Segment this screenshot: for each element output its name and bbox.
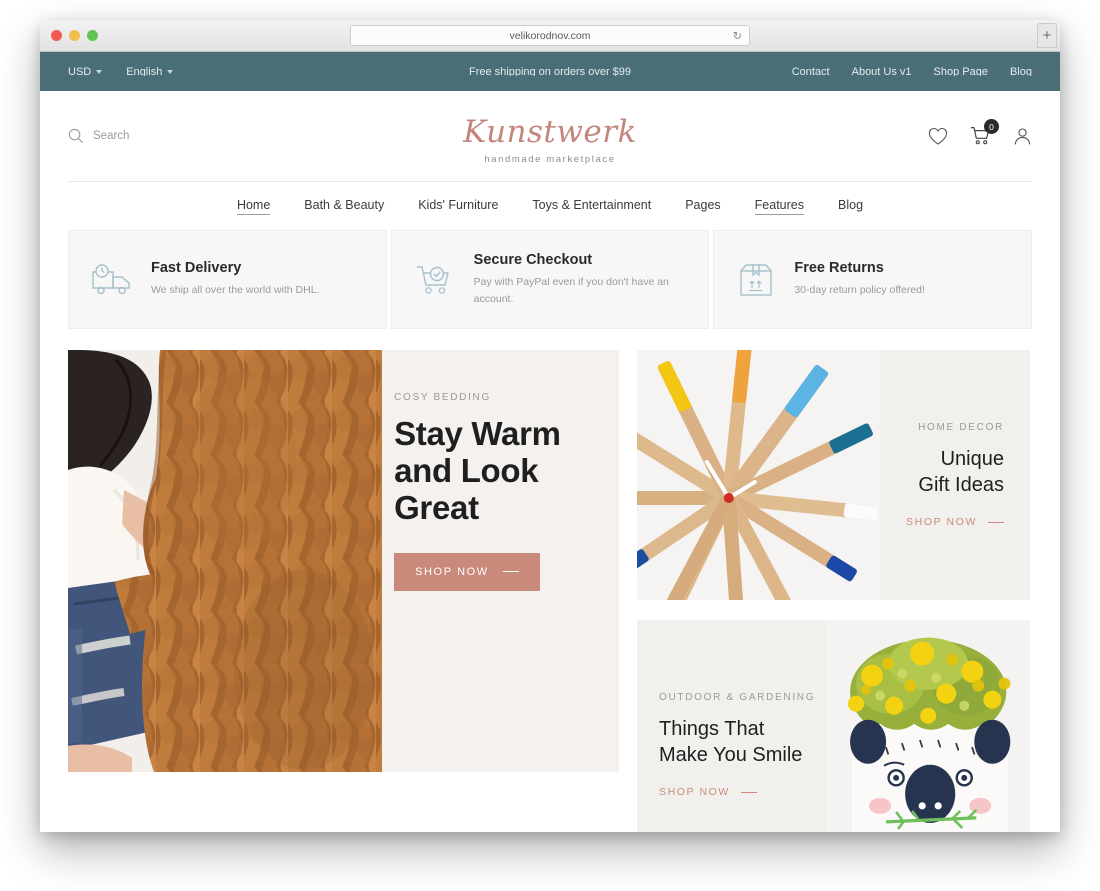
arrow-dash-icon [502, 571, 519, 573]
account-icon[interactable] [1013, 127, 1032, 146]
nav-item-home[interactable]: Home [236, 198, 271, 215]
hero-shop-now-label: SHOP NOW [415, 565, 489, 578]
arrow-dash-icon [740, 791, 757, 793]
address-bar[interactable]: velikorodnov.com ↻ [350, 25, 750, 46]
wishlist-heart-icon[interactable] [928, 127, 948, 146]
hero-heading: Stay Warm and Look Great [394, 415, 599, 527]
feature-description: Pay with PayPal even if you don't have a… [473, 276, 669, 305]
window-controls[interactable] [51, 30, 98, 41]
feature-card-fast-delivery: Fast Delivery We ship all over the world… [68, 230, 387, 329]
chevron-down-icon [167, 69, 174, 74]
feature-strip: Fast Delivery We ship all over the world… [68, 230, 1033, 329]
hero-heading-line-2: and Look [394, 451, 539, 489]
secondary-banner-column: HOME DECOR Unique Gift Ideas SHOP NOW OU… [637, 350, 1030, 832]
utility-topbar: USD English Free shipping on orders over… [40, 52, 1060, 91]
gift-shop-now-link[interactable]: SHOP NOW [906, 516, 1004, 528]
gardening-shop-now-label: SHOP NOW [659, 786, 730, 798]
url-text: velikorodnov.com [509, 29, 591, 42]
main-navigation: Home Bath & Beauty Kids' Furniture Toys … [40, 182, 1060, 230]
koala-planter-image [825, 620, 1030, 832]
hero-heading-line-1: Stay Warm [394, 415, 561, 452]
promo-banner-grid: COSY BEDDING Stay Warm and Look Great SH… [68, 350, 1032, 832]
search-icon [68, 128, 83, 144]
return-box-icon [736, 262, 776, 298]
feature-title: Free Returns [794, 260, 884, 277]
delivery-truck-icon [91, 263, 133, 297]
gardening-eyebrow: OUTDOOR & GARDENING [659, 692, 816, 703]
gardening-text-block: OUTDOOR & GARDENING Things That Make You… [637, 620, 826, 832]
gift-heading-line-1: Unique [940, 448, 1004, 470]
store-header: Search Kunstwerk handmade marketplace 0 [40, 91, 1060, 181]
browser-chrome: velikorodnov.com ↻ + [40, 20, 1060, 52]
feature-card-free-returns: Free Returns 30-day return policy offere… [713, 230, 1033, 329]
gift-ideas-banner[interactable]: HOME DECOR Unique Gift Ideas SHOP NOW [637, 350, 1030, 600]
gardening-shop-now-link[interactable]: SHOP NOW [659, 786, 816, 798]
feature-title: Fast Delivery [151, 260, 242, 277]
hero-column: COSY BEDDING Stay Warm and Look Great SH… [68, 350, 619, 832]
feature-card-secure-checkout: Secure Checkout Pay with PayPal even if … [390, 230, 710, 329]
feature-description: 30-day return policy offered! [794, 284, 925, 297]
hero-eyebrow: COSY BEDDING [394, 392, 491, 403]
secure-cart-icon [414, 263, 456, 297]
gift-shop-now-label: SHOP NOW [906, 516, 977, 528]
close-window-button[interactable] [51, 30, 62, 41]
cart-button[interactable]: 0 [970, 119, 999, 146]
gardening-heading: Things That Make You Smile [659, 716, 816, 768]
hero-image [68, 350, 383, 772]
nav-item-features[interactable]: Features [754, 198, 805, 215]
feature-card-text: Secure Checkout Pay with PayPal even if … [474, 252, 684, 307]
nav-item-toys-entertainment[interactable]: Toys & Entertainment [532, 198, 651, 214]
logo-tagline: handmade marketplace [484, 154, 616, 165]
gardening-heading-line-2: Make You Smile [659, 744, 803, 766]
nav-item-blog[interactable]: Blog [838, 198, 863, 214]
hero-text-block: COSY BEDDING Stay Warm and Look Great SH… [382, 350, 619, 772]
page-content: USD English Free shipping on orders over… [40, 52, 1060, 832]
minimize-window-button[interactable] [69, 30, 80, 41]
arrow-dash-icon [988, 521, 1004, 523]
clock-image [637, 350, 881, 600]
feature-card-text: Free Returns 30-day return policy offere… [794, 260, 925, 298]
logo-text: Kunstwerk [463, 114, 637, 150]
hero-banner[interactable]: COSY BEDDING Stay Warm and Look Great SH… [68, 350, 619, 772]
search-placeholder: Search [93, 130, 130, 142]
nav-item-bath-beauty[interactable]: Bath & Beauty [304, 198, 384, 214]
feature-title: Secure Checkout [473, 252, 593, 269]
gift-text-block: HOME DECOR Unique Gift Ideas SHOP NOW [881, 350, 1030, 600]
feature-card-text: Fast Delivery We ship all over the world… [151, 260, 319, 298]
nav-item-kids-furniture[interactable]: Kids' Furniture [418, 198, 498, 214]
hero-heading-line-3: Great [394, 488, 479, 526]
feature-description: We ship all over the world with DHL. [151, 284, 320, 297]
reload-icon[interactable]: ↻ [733, 29, 742, 42]
torn-edge-decoration [40, 76, 1060, 88]
gardening-banner[interactable]: OUTDOOR & GARDENING Things That Make You… [637, 620, 1030, 832]
nav-item-pages[interactable]: Pages [685, 198, 720, 214]
cart-count-badge: 0 [984, 119, 999, 134]
browser-window: velikorodnov.com ↻ + USD English Free sh… [40, 20, 1060, 832]
header-icon-group: 0 [928, 119, 1032, 146]
hero-shop-now-button[interactable]: SHOP NOW [394, 552, 540, 591]
maximize-window-button[interactable] [87, 30, 98, 41]
gift-heading-line-2: Gift Ideas [918, 474, 1004, 496]
chevron-down-icon [96, 69, 103, 74]
new-tab-button[interactable]: + [1037, 23, 1057, 48]
site-logo[interactable]: Kunstwerk handmade marketplace [463, 114, 637, 166]
gift-heading: Unique Gift Ideas [918, 446, 1004, 498]
gardening-heading-line-1: Things That [659, 718, 765, 740]
search-input[interactable]: Search [68, 128, 129, 144]
gift-eyebrow: HOME DECOR [918, 422, 1004, 433]
